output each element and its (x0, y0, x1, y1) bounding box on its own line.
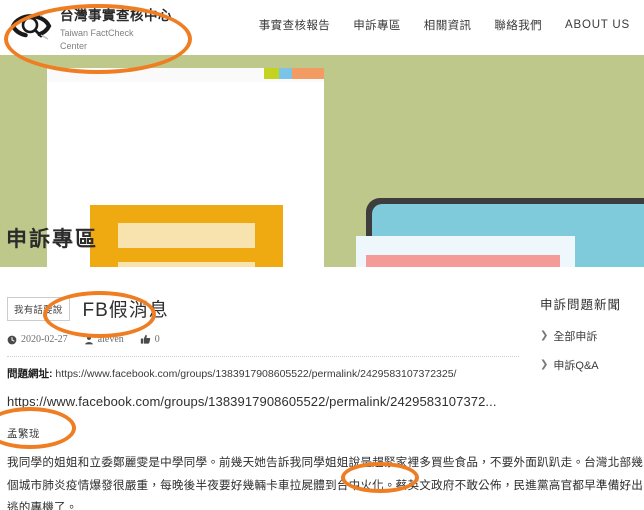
sidebar: 申訴問題新聞 ❯ 全部申訴 ❯ 申訴Q&A (540, 294, 640, 386)
brand-text: 台灣事實查核中心 Taiwan FactCheck Center (60, 2, 172, 53)
chevron-right-icon: ❯ (540, 330, 549, 341)
meta-likes-count: 0 (154, 334, 160, 345)
hero-banner: 申訴專區 首頁 / FB假消息 (0, 55, 644, 267)
sidebar-link-appeal-qa[interactable]: ❯ 申訴Q&A (540, 357, 640, 373)
site-header: 台灣事實查核中心 Taiwan FactCheck Center 事實查核報告 … (0, 0, 644, 55)
meta-author: aleven (84, 334, 124, 345)
chevron-right-icon: ❯ (540, 359, 549, 370)
nav-contact-us[interactable]: 聯絡我們 (494, 17, 542, 33)
meta-date-text: 2020-02-27 (21, 334, 68, 345)
brand-name-en: Taiwan FactCheck Center (60, 27, 134, 51)
sidebar-link-appeal-qa-label: 申訴Q&A (553, 360, 599, 372)
article-header: 我有話要說 FB假消息 (7, 295, 519, 322)
problem-url-value: https://www.facebook.com/groups/13839179… (55, 368, 457, 380)
brand[interactable]: 台灣事實查核中心 Taiwan FactCheck Center (0, 2, 172, 53)
thumbs-up-icon (140, 334, 151, 345)
article-meta: 2020-02-27 aleven 0 (7, 334, 519, 345)
hero-illustration-red-bar (366, 255, 560, 267)
meta-likes[interactable]: 0 (140, 334, 160, 345)
colorbar-blue (279, 68, 292, 79)
source-link[interactable]: https://www.facebook.com/groups/13839179… (7, 394, 519, 409)
reporter-name: 孟繁珑 (7, 428, 40, 440)
article: 我有話要說 FB假消息 2020-02-27 aleven 0 問題網址: ht… (7, 295, 643, 510)
article-body: 我同學的姐姐和立委鄭麗雯是中學同學。前幾天她告訴我同學姐姐說是趕緊家裡多買些食品… (7, 456, 643, 510)
hero-illustration-colorbars (264, 68, 324, 79)
sidebar-title: 申訴問題新聞 (540, 298, 622, 312)
clock-icon (7, 335, 17, 345)
divider (7, 356, 519, 357)
user-icon (84, 335, 94, 345)
page-title: 申訴專區 (6, 228, 98, 251)
main-navigation: 事實查核報告 申訴專區 相關資訊 聯絡我們 ABOUT US (259, 17, 644, 39)
have-something-to-say-button[interactable]: 我有話要說 (7, 296, 70, 321)
sidebar-link-all-appeals-label: 全部申訴 (553, 331, 598, 343)
nav-appeal-zone[interactable]: 申訴專區 (353, 17, 401, 33)
nav-related-info[interactable]: 相關資訊 (424, 17, 472, 33)
hero-illustration-username-field (118, 223, 255, 248)
page-root: 台灣事實查核中心 Taiwan FactCheck Center 事實查核報告 … (0, 0, 644, 510)
hero-illustration-login-form (90, 205, 283, 267)
article-title: FB假消息 (82, 300, 169, 321)
sidebar-link-all-appeals[interactable]: ❯ 全部申訴 (540, 328, 640, 344)
colorbar-green (264, 68, 279, 79)
eye-magnifier-logo-icon (10, 5, 52, 47)
meta-date: 2020-02-27 (7, 334, 68, 345)
nav-fact-check-reports[interactable]: 事實查核報告 (259, 17, 330, 33)
colorbar-orange (292, 68, 324, 79)
nav-about-us[interactable]: ABOUT US (565, 19, 630, 31)
content-area: 我有話要說 FB假消息 2020-02-27 aleven 0 問題網址: ht… (0, 267, 644, 510)
problem-url-label: 問題網址: (7, 368, 53, 380)
problem-url-row: 問題網址: https://www.facebook.com/groups/13… (7, 366, 519, 381)
brand-name-cn: 台灣事實查核中心 (60, 7, 172, 23)
sidebar-list: ❯ 全部申訴 ❯ 申訴Q&A (540, 328, 640, 373)
meta-author-text: aleven (97, 334, 124, 345)
